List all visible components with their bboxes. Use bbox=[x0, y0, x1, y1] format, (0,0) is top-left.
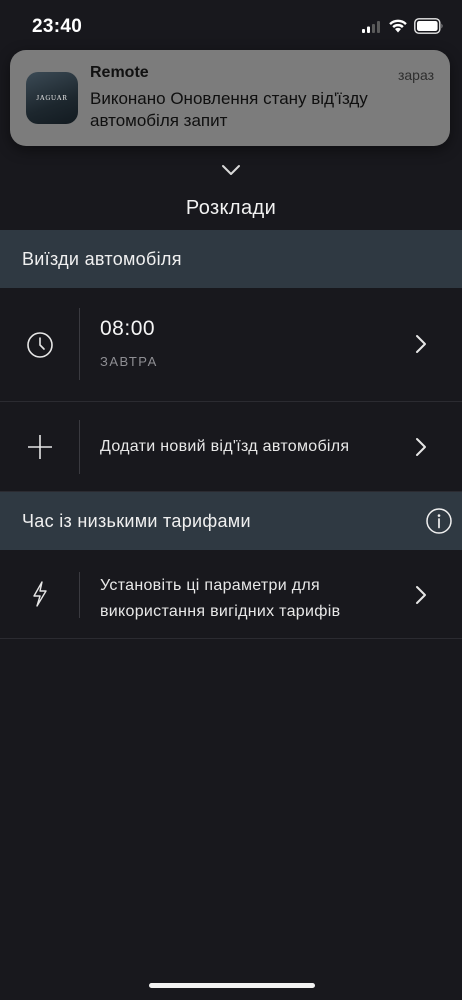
cellular-signal-icon bbox=[362, 21, 380, 33]
jaguar-logo-text: JAGUAR bbox=[36, 94, 68, 102]
status-bar: 23:40 bbox=[0, 0, 462, 52]
info-icon[interactable] bbox=[426, 508, 452, 534]
notification-app-name: Remote bbox=[90, 64, 149, 81]
tariff-settings-label: Установіть ці параметри для використання… bbox=[100, 577, 341, 620]
battery-icon bbox=[414, 18, 443, 34]
wifi-icon bbox=[389, 19, 407, 33]
departure-time: 08:00 bbox=[100, 317, 156, 340]
chevron-right-icon bbox=[416, 438, 426, 456]
chevron-right-icon bbox=[416, 586, 426, 604]
notification-message: Виконано Оновлення стану від'їзду автомо… bbox=[90, 89, 368, 130]
page-title: Розклади bbox=[185, 197, 277, 219]
notification-banner[interactable]: JAGUAR Remote зараз Виконано Оновлення с… bbox=[10, 50, 450, 146]
chevron-right-icon bbox=[416, 335, 426, 353]
section-header-departures: Виїзди автомобіля bbox=[0, 230, 462, 288]
notification-time: зараз bbox=[397, 67, 434, 83]
row-divider bbox=[79, 572, 80, 618]
section-title-departures: Виїзди автомобіля bbox=[22, 248, 182, 269]
status-time: 23:40 bbox=[32, 16, 83, 37]
row-divider bbox=[79, 420, 80, 474]
row-divider bbox=[79, 308, 80, 380]
departure-day: ЗАВТРА bbox=[100, 354, 158, 369]
jaguar-app-icon: JAGUAR bbox=[26, 72, 78, 124]
plus-icon bbox=[0, 402, 80, 491]
app-screen: 23:40 JAGUAR Remote зараз Виконано Оновл… bbox=[0, 0, 462, 1000]
departure-row[interactable] bbox=[0, 288, 462, 402]
chevron-down-icon[interactable] bbox=[219, 162, 243, 178]
lightning-bolt-icon bbox=[0, 550, 80, 638]
add-departure-label: Додати новий від'їзд автомобіля bbox=[100, 438, 350, 455]
home-indicator[interactable] bbox=[149, 983, 315, 988]
section-title-tariffs: Час із низькими тарифами bbox=[22, 510, 251, 531]
clock-icon bbox=[0, 288, 80, 401]
section-header-tariffs: Час із низькими тарифами bbox=[0, 492, 462, 550]
